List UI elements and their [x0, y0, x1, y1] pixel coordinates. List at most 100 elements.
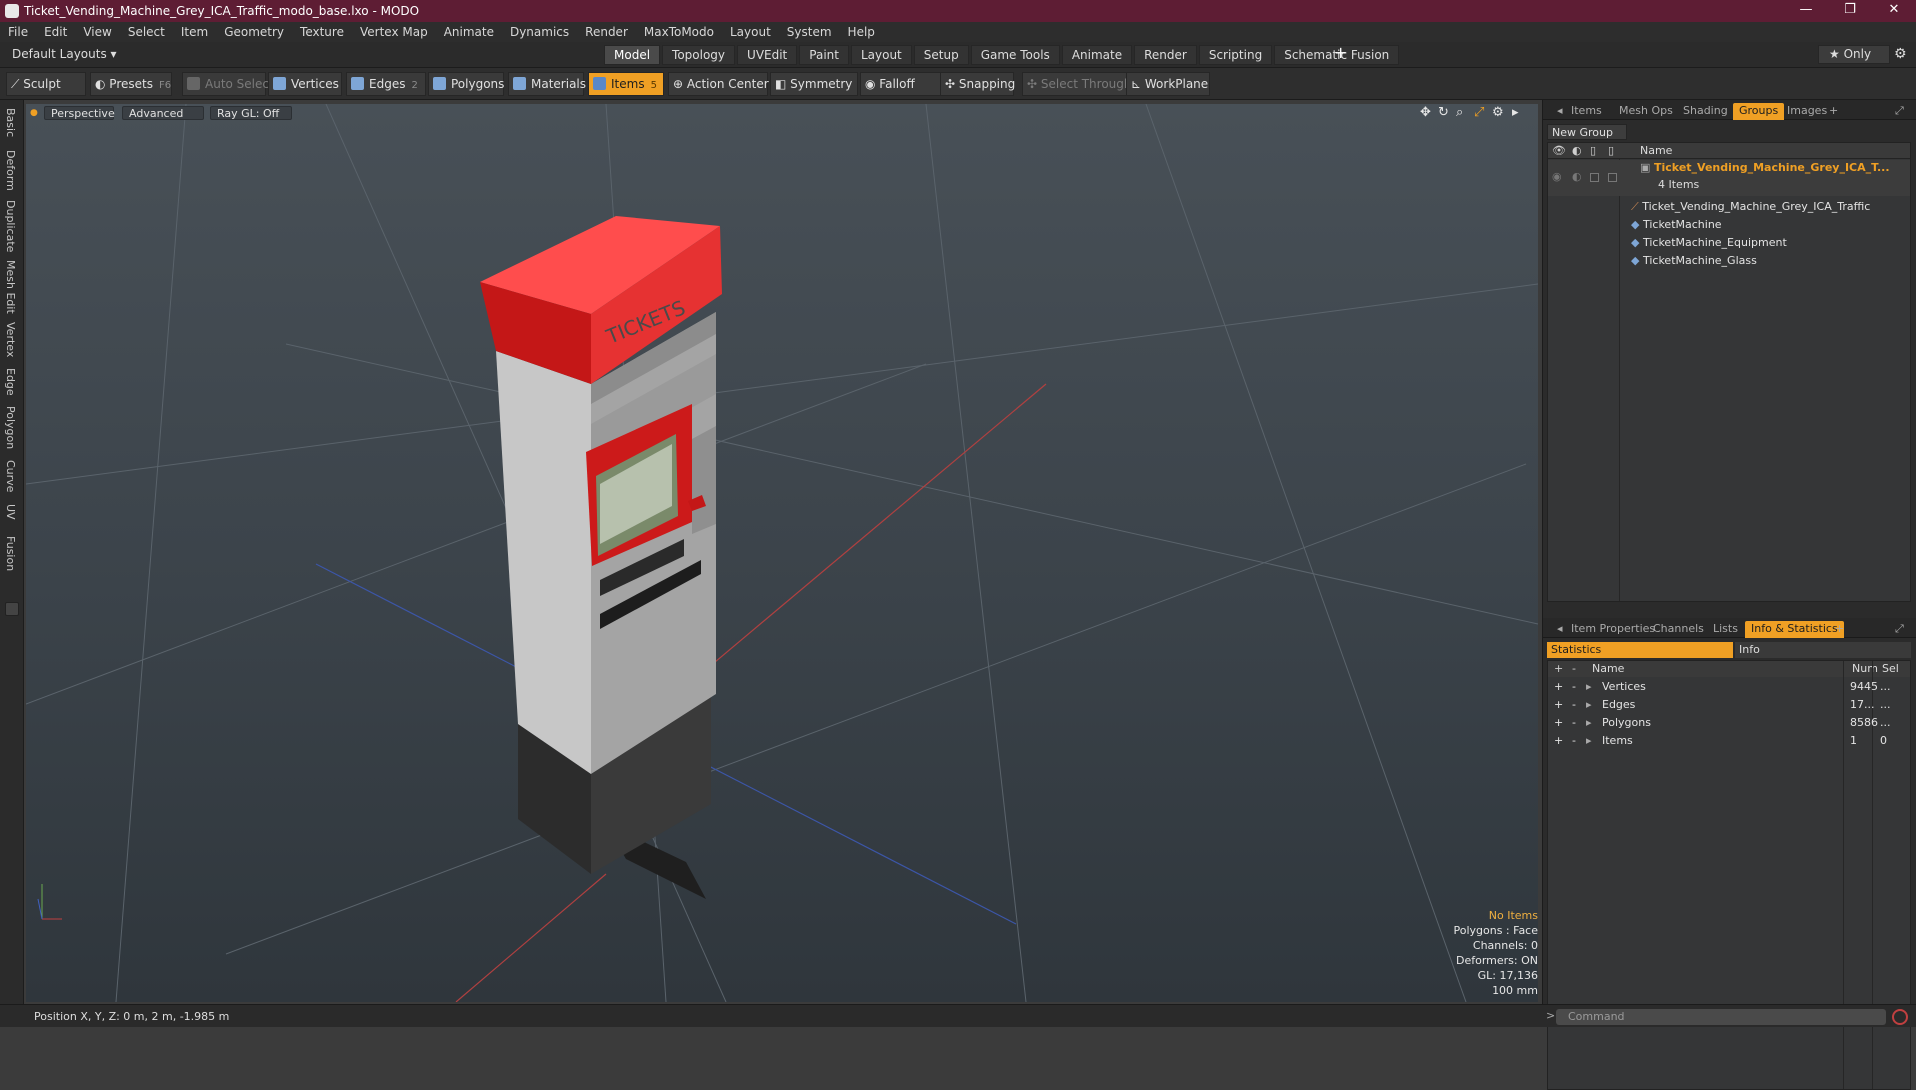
list-item[interactable]: ◆ TicketMachine_Equipment [1631, 234, 1787, 252]
tab-polygon[interactable]: Polygon [4, 406, 17, 449]
tab-basic[interactable]: Basic [4, 108, 17, 137]
zoom-view-icon[interactable]: ⌕ [1456, 106, 1463, 120]
viewport-menu-icon[interactable]: ● [30, 108, 38, 118]
presets-button[interactable]: ◐ Presets F6 [90, 72, 172, 96]
tab-lists[interactable]: Lists [1707, 621, 1744, 638]
menu-item[interactable]: Item [173, 25, 216, 39]
expand-icon[interactable]: + [1554, 696, 1563, 714]
tab-setup[interactable]: Setup [913, 45, 969, 65]
sculpt-button[interactable]: ⟋ Sculpt [6, 72, 86, 96]
menu-edit[interactable]: Edit [36, 25, 75, 39]
action-center-button[interactable]: ⊕ Action Center [668, 72, 769, 96]
command-input[interactable]: Command [1556, 1009, 1886, 1025]
falloff-button[interactable]: ◉ Falloff [860, 72, 946, 96]
group-lock-checkbox[interactable] [1590, 173, 1599, 182]
collapse-icon[interactable]: - [1572, 732, 1576, 750]
lock-icon[interactable]: ▯ [1590, 144, 1596, 157]
tab-fusion[interactable]: Fusion [4, 536, 17, 571]
tab-vertex[interactable]: Vertex [4, 322, 17, 357]
tab-uv[interactable]: UV [4, 504, 17, 520]
list-item[interactable]: ◆ TicketMachine_Glass [1631, 252, 1757, 270]
tab-animate[interactable]: Animate [1061, 45, 1133, 65]
menu-animate[interactable]: Animate [436, 25, 502, 39]
tab-uvedit[interactable]: UVEdit [737, 45, 798, 65]
disclosure-arrow-icon[interactable]: ▸ [1586, 732, 1592, 750]
tab-channels[interactable]: Channels [1647, 621, 1710, 638]
snapping-button[interactable]: ✣ Snapping [940, 72, 1015, 96]
close-button[interactable]: ✕ [1874, 0, 1914, 22]
menu-file[interactable]: File [0, 25, 36, 39]
group-row[interactable]: ◉ ◐ ▣ Ticket_Vending_Machine_Grey_ICA_T.… [1548, 160, 1910, 196]
tab-duplicate[interactable]: Duplicate [4, 200, 17, 252]
render-icon[interactable]: ◐ [1572, 144, 1582, 157]
workplane-button[interactable]: ⊾ WorkPlane [1126, 72, 1210, 96]
items-button[interactable]: Items 5 [588, 72, 664, 96]
tab-model[interactable]: Model [604, 45, 661, 65]
menu-render[interactable]: Render [577, 25, 636, 39]
group-render-icon[interactable]: ◐ [1572, 170, 1582, 183]
menu-texture[interactable]: Texture [292, 25, 352, 39]
select-icon[interactable]: ▯ [1608, 144, 1614, 157]
new-group-button[interactable]: New Group [1547, 124, 1627, 140]
disclosure-arrow-icon[interactable]: ▸ [1586, 678, 1592, 696]
polygons-button[interactable]: Polygons [428, 72, 504, 96]
shading-button[interactable]: Advanced [122, 106, 204, 120]
add-tab-button[interactable]: + [1334, 45, 1347, 61]
menu-select[interactable]: Select [120, 25, 173, 39]
table-row[interactable]: + - ▸ Vertices 9445... [1548, 678, 1910, 696]
move-view-icon[interactable]: ✥ [1420, 106, 1431, 120]
panel-expand-icon[interactable]: ⤢ [1889, 103, 1910, 120]
menu-view[interactable]: View [75, 25, 119, 39]
menu-system[interactable]: System [779, 25, 840, 39]
tab-paint[interactable]: Paint [799, 45, 849, 65]
materials-button[interactable]: Materials [508, 72, 586, 96]
list-item[interactable]: ⟋ Ticket_Vending_Machine_Grey_ICA_Traffi… [1631, 198, 1870, 216]
add-panel-tab-icon[interactable]: + [1829, 621, 1850, 638]
only-toggle[interactable]: ★ Only [1818, 45, 1890, 64]
tab-scripting[interactable]: Scripting [1198, 45, 1273, 65]
perspective-button[interactable]: Perspective [44, 106, 115, 120]
add-panel-tab-icon[interactable]: + [1823, 103, 1844, 120]
collapse-all-icon[interactable]: - [1572, 662, 1576, 675]
menu-vertex-map[interactable]: Vertex Map [352, 25, 436, 39]
tab-edge[interactable]: Edge [4, 368, 17, 396]
tab-game-tools[interactable]: Game Tools [970, 45, 1060, 65]
collapse-icon[interactable]: - [1572, 696, 1576, 714]
list-item[interactable]: ◆ TicketMachine [1631, 216, 1722, 234]
menu-help[interactable]: Help [840, 25, 883, 39]
viewport-settings-icon[interactable]: ⚙ [1492, 106, 1504, 120]
disclosure-arrow-icon[interactable]: ▸ [1586, 714, 1592, 732]
tab-topology[interactable]: Topology [662, 45, 736, 65]
tab-curve[interactable]: Curve [4, 460, 17, 492]
statistics-subtab[interactable]: Statistics [1547, 642, 1733, 658]
tab-shading[interactable]: Shading [1677, 103, 1734, 120]
menu-layout[interactable]: Layout [722, 25, 779, 39]
group-select-checkbox[interactable] [1608, 173, 1617, 182]
vertices-button[interactable]: Vertices1 [268, 72, 351, 96]
tab-items[interactable]: Items [1565, 103, 1608, 120]
table-row[interactable]: + - ▸ Polygons 8586... [1548, 714, 1910, 732]
fit-view-icon[interactable]: ⤢ [1474, 106, 1484, 120]
collapse-icon[interactable]: - [1572, 678, 1576, 696]
tab-layout[interactable]: Layout [850, 45, 912, 65]
menu-dynamics[interactable]: Dynamics [502, 25, 577, 39]
gear-icon[interactable]: ⚙ [1894, 46, 1907, 62]
expand-icon[interactable]: + [1554, 714, 1563, 732]
tab-mesh-ops[interactable]: Mesh Ops [1613, 103, 1679, 120]
expand-icon[interactable]: + [1554, 732, 1563, 750]
minimize-button[interactable]: — [1786, 0, 1826, 22]
tab-mesh-edit[interactable]: Mesh Edit [4, 260, 17, 314]
collapse-icon[interactable]: - [1572, 714, 1576, 732]
edges-button[interactable]: Edges 2 [346, 72, 426, 96]
menu-geometry[interactable]: Geometry [216, 25, 292, 39]
table-row[interactable]: + - ▸ Items 1 0 [1548, 732, 1910, 750]
visibility-icon[interactable]: 👁 [1552, 144, 1566, 157]
group-visibility-icon[interactable]: ◉ [1552, 170, 1562, 183]
tab-deform[interactable]: Deform [4, 150, 17, 191]
expand-icon[interactable]: + [1554, 678, 1563, 696]
ticket-machine-model[interactable]: TICKETS [480, 216, 722, 899]
select-through-button[interactable]: ✣ Select Through [1022, 72, 1131, 96]
tab-render[interactable]: Render [1134, 45, 1197, 65]
panel-expand-icon[interactable]: ⤢ [1889, 621, 1910, 638]
disclosure-arrow-icon[interactable]: ▸ [1586, 696, 1592, 714]
